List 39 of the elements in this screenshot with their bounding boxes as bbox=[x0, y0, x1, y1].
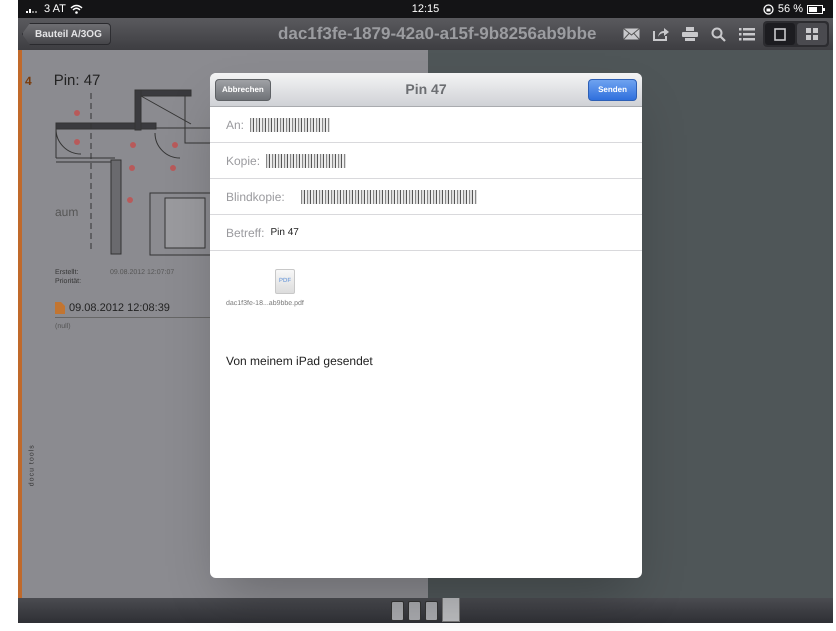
mail-field[interactable]: Kopie: bbox=[210, 143, 642, 179]
sheet-title: Pin 47 bbox=[405, 80, 447, 99]
mail-icon[interactable] bbox=[623, 28, 640, 40]
entry-date: 09.08.2012 12:08:39 bbox=[69, 301, 170, 316]
printer-icon[interactable] bbox=[682, 27, 698, 41]
page-thumbnail[interactable] bbox=[425, 600, 438, 620]
battery-percent: 56 % bbox=[778, 2, 803, 17]
wifi-icon bbox=[70, 4, 83, 14]
mail-field[interactable]: Betreff: Pin 47 bbox=[210, 215, 642, 251]
carrier-name: 3 AT bbox=[44, 2, 66, 17]
grid-icon bbox=[806, 28, 818, 40]
mail-field[interactable]: An: bbox=[210, 107, 642, 143]
field-label: Betreff: bbox=[226, 224, 264, 242]
document-title: dac1f3fe-1879-42a0-a15f-9b8256ab9bbe bbox=[278, 23, 596, 46]
page-thumbnail[interactable] bbox=[442, 596, 460, 622]
list-icon[interactable] bbox=[739, 28, 755, 40]
field-label: An: bbox=[226, 116, 244, 134]
document-icon bbox=[55, 302, 65, 314]
field-label: Blindkopie: bbox=[226, 188, 285, 206]
battery-icon bbox=[807, 4, 825, 14]
cancel-button[interactable]: Abbrechen bbox=[215, 78, 271, 100]
field-label: Kopie: bbox=[226, 152, 260, 170]
mail-field[interactable]: Blindkopie: bbox=[210, 179, 642, 215]
pin-title: Pin: 47 bbox=[54, 71, 100, 91]
mail-body-text: Von meinem iPad gesendet bbox=[226, 352, 374, 370]
back-button[interactable]: Bauteil A/3OG bbox=[22, 23, 111, 45]
send-button[interactable]: Senden bbox=[588, 78, 637, 100]
field-value: Pin 47 bbox=[270, 226, 299, 240]
single-page-icon bbox=[774, 28, 786, 40]
single-page-view-button[interactable] bbox=[765, 23, 795, 45]
search-icon[interactable] bbox=[711, 26, 726, 42]
page-thumbnail[interactable] bbox=[408, 600, 421, 620]
page-thumbnail[interactable] bbox=[391, 600, 404, 620]
rotation-lock-icon bbox=[762, 4, 774, 14]
share-icon[interactable] bbox=[653, 27, 669, 41]
plan-label: aum bbox=[55, 204, 78, 221]
pin-number: 4 bbox=[25, 73, 32, 90]
status-time: 12:15 bbox=[412, 2, 440, 17]
grid-view-button[interactable] bbox=[797, 23, 827, 45]
